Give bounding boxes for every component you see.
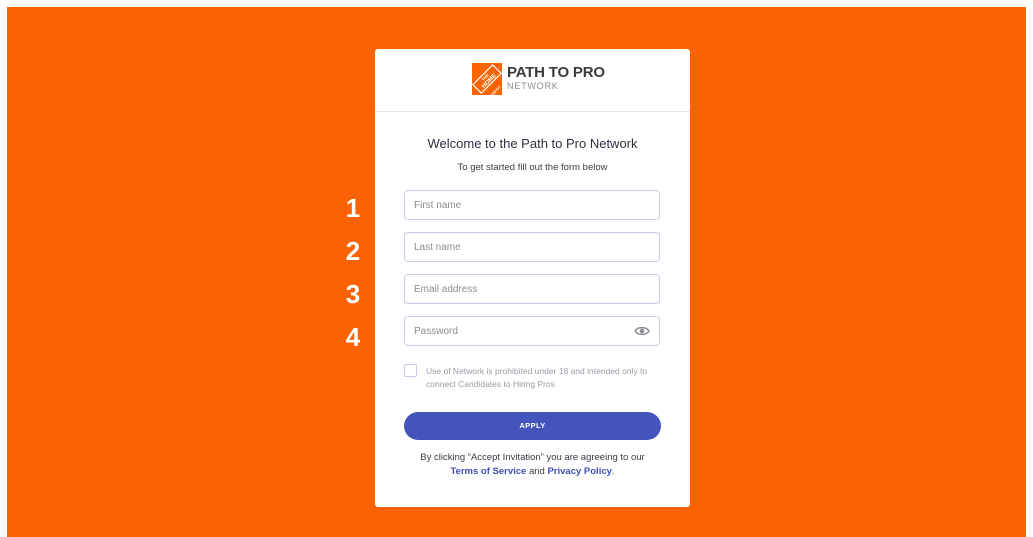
eye-icon[interactable] xyxy=(634,325,650,337)
page-subtitle: To get started fill out the form below xyxy=(457,162,608,173)
email-field[interactable] xyxy=(404,274,660,304)
legal-suffix: . xyxy=(611,466,615,477)
privacy-policy-link[interactable]: Privacy Policy xyxy=(547,466,611,477)
page-title: Welcome to the Path to Pro Network xyxy=(427,136,638,151)
apply-button[interactable]: APPLY xyxy=(404,412,661,440)
path-to-pro-logo: THE HOME DEPOT PATH TO PRO NETWORK xyxy=(472,63,605,97)
password-input[interactable] xyxy=(414,323,624,339)
age-consent-checkbox[interactable] xyxy=(404,364,417,377)
legal-joiner: and xyxy=(528,466,545,477)
first-name-field[interactable] xyxy=(404,190,660,220)
logo-subtitle: NETWORK xyxy=(507,81,559,91)
step-number-4: 4 xyxy=(345,322,361,352)
email-input[interactable] xyxy=(414,281,624,297)
step-number-2: 2 xyxy=(345,236,361,266)
logo-title: PATH TO PRO xyxy=(507,64,605,81)
home-depot-logo-icon: THE HOME DEPOT xyxy=(472,63,502,95)
age-consent-label: Use of Network is prohibited under 18 an… xyxy=(426,366,648,389)
step-number-3: 3 xyxy=(345,279,361,309)
step-number-1: 1 xyxy=(345,193,361,223)
last-name-field[interactable] xyxy=(404,232,660,262)
first-name-input[interactable] xyxy=(414,197,624,213)
orange-backdrop: 1 2 3 4 THE HOME DEPOT PATH TO PRO NETWO… xyxy=(7,7,1026,537)
terms-of-service-link[interactable]: Terms of Service xyxy=(450,466,526,477)
card-header: THE HOME DEPOT PATH TO PRO NETWORK xyxy=(375,49,690,112)
password-field[interactable] xyxy=(404,316,660,346)
signup-card: THE HOME DEPOT PATH TO PRO NETWORK Welco… xyxy=(375,49,690,507)
last-name-input[interactable] xyxy=(414,239,624,255)
legal-prefix: By clicking “Accept Invitation” you are … xyxy=(420,452,645,463)
legal-notice: By clicking “Accept Invitation” you are … xyxy=(375,451,690,479)
